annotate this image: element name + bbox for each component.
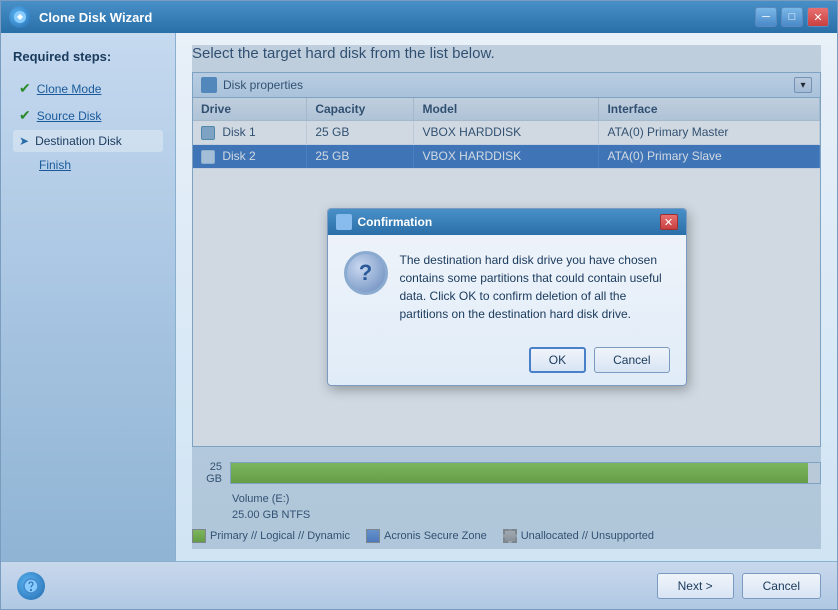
maximize-button[interactable]: □ bbox=[781, 7, 803, 27]
sidebar-item-clone-mode[interactable]: ✔ Clone Mode bbox=[13, 76, 163, 101]
title-bar: Clone Disk Wizard ─ □ ✕ bbox=[1, 1, 837, 33]
window-title: Clone Disk Wizard bbox=[39, 10, 755, 25]
content-wrapper: Select the target hard disk from the lis… bbox=[192, 45, 821, 549]
dialog-body: ? The destination hard disk drive you ha… bbox=[328, 235, 686, 339]
finish-link[interactable]: Finish bbox=[39, 158, 71, 172]
dialog-close-button[interactable]: ✕ bbox=[660, 214, 678, 230]
dialog-ok-button[interactable]: OK bbox=[529, 347, 586, 373]
sidebar-item-source-disk[interactable]: ✔ Source Disk bbox=[13, 103, 163, 128]
check-icon: ✔ bbox=[19, 80, 31, 97]
minimize-button[interactable]: ─ bbox=[755, 7, 777, 27]
next-button[interactable]: Next > bbox=[657, 573, 734, 599]
sidebar-title: Required steps: bbox=[13, 49, 163, 64]
main-window: Clone Disk Wizard ─ □ ✕ Required steps: … bbox=[0, 0, 838, 610]
footer: Next > Cancel bbox=[1, 561, 837, 609]
arrow-icon: ➤ bbox=[19, 134, 29, 148]
sidebar-item-finish[interactable]: Finish bbox=[13, 154, 163, 176]
sidebar: Required steps: ✔ Clone Mode ✔ Source Di… bbox=[1, 33, 176, 561]
dialog-overlay: Confirmation ✕ ? The destination hard di… bbox=[192, 45, 821, 549]
content-area: Select the target hard disk from the lis… bbox=[176, 33, 837, 561]
confirmation-dialog: Confirmation ✕ ? The destination hard di… bbox=[327, 208, 687, 386]
dialog-title-text: Confirmation bbox=[358, 215, 654, 229]
source-disk-link[interactable]: Source Disk bbox=[37, 109, 102, 123]
sidebar-item-destination-disk: ➤ Destination Disk bbox=[13, 130, 163, 152]
dialog-info-icon: ? bbox=[344, 251, 388, 295]
dialog-message: The destination hard disk drive you have… bbox=[400, 251, 670, 323]
dialog-footer: OK Cancel bbox=[328, 339, 686, 385]
dialog-titlebar: Confirmation ✕ bbox=[328, 209, 686, 235]
main-content: Required steps: ✔ Clone Mode ✔ Source Di… bbox=[1, 33, 837, 561]
footer-help-icon[interactable] bbox=[17, 572, 45, 600]
dialog-info-symbol: ? bbox=[359, 260, 372, 286]
dialog-cancel-button[interactable]: Cancel bbox=[594, 347, 669, 373]
check-icon-2: ✔ bbox=[19, 107, 31, 124]
close-button[interactable]: ✕ bbox=[807, 7, 829, 27]
window-controls: ─ □ ✕ bbox=[755, 7, 829, 27]
destination-disk-label: Destination Disk bbox=[35, 134, 122, 148]
dialog-title-icon bbox=[336, 214, 352, 230]
footer-left bbox=[17, 572, 649, 600]
clone-mode-link[interactable]: Clone Mode bbox=[37, 82, 102, 96]
footer-cancel-button[interactable]: Cancel bbox=[742, 573, 821, 599]
app-icon bbox=[9, 6, 31, 28]
